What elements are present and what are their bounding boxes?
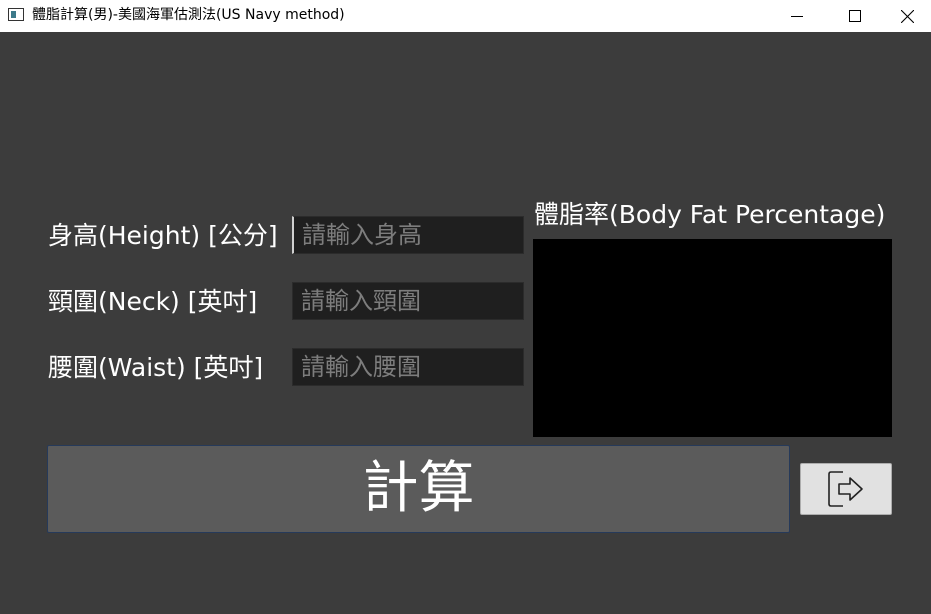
app-window-icon [8, 8, 24, 21]
exit-icon [828, 471, 863, 507]
title-bar[interactable]: 體脂計算(男)-美國海軍估測法(US Navy method) [0, 0, 931, 32]
close-icon [901, 9, 914, 23]
height-input[interactable] [292, 216, 524, 254]
waist-label: 腰圍(Waist) [英吋] [48, 353, 264, 382]
minimize-button[interactable] [768, 0, 826, 32]
body-fat-title: 體脂率(Body Fat Percentage) [534, 200, 886, 229]
body-fat-result-display [533, 239, 892, 437]
waist-input[interactable] [292, 348, 524, 386]
app-window: 體脂計算(男)-美國海軍估測法(US Navy method) 身高(Heigh… [0, 0, 931, 614]
calculate-button-label: 計算 [362, 456, 475, 521]
minimize-icon [791, 16, 803, 17]
maximize-button[interactable] [826, 0, 884, 32]
close-button[interactable] [884, 0, 931, 32]
maximize-icon [849, 10, 861, 22]
neck-input[interactable] [292, 282, 524, 320]
height-label: 身高(Height) [公分] [48, 221, 278, 250]
calculate-button[interactable]: 計算 [47, 445, 790, 533]
neck-label: 頸圍(Neck) [英吋] [48, 287, 258, 316]
window-title: 體脂計算(男)-美國海軍估測法(US Navy method) [32, 7, 345, 23]
exit-button[interactable] [800, 463, 892, 515]
